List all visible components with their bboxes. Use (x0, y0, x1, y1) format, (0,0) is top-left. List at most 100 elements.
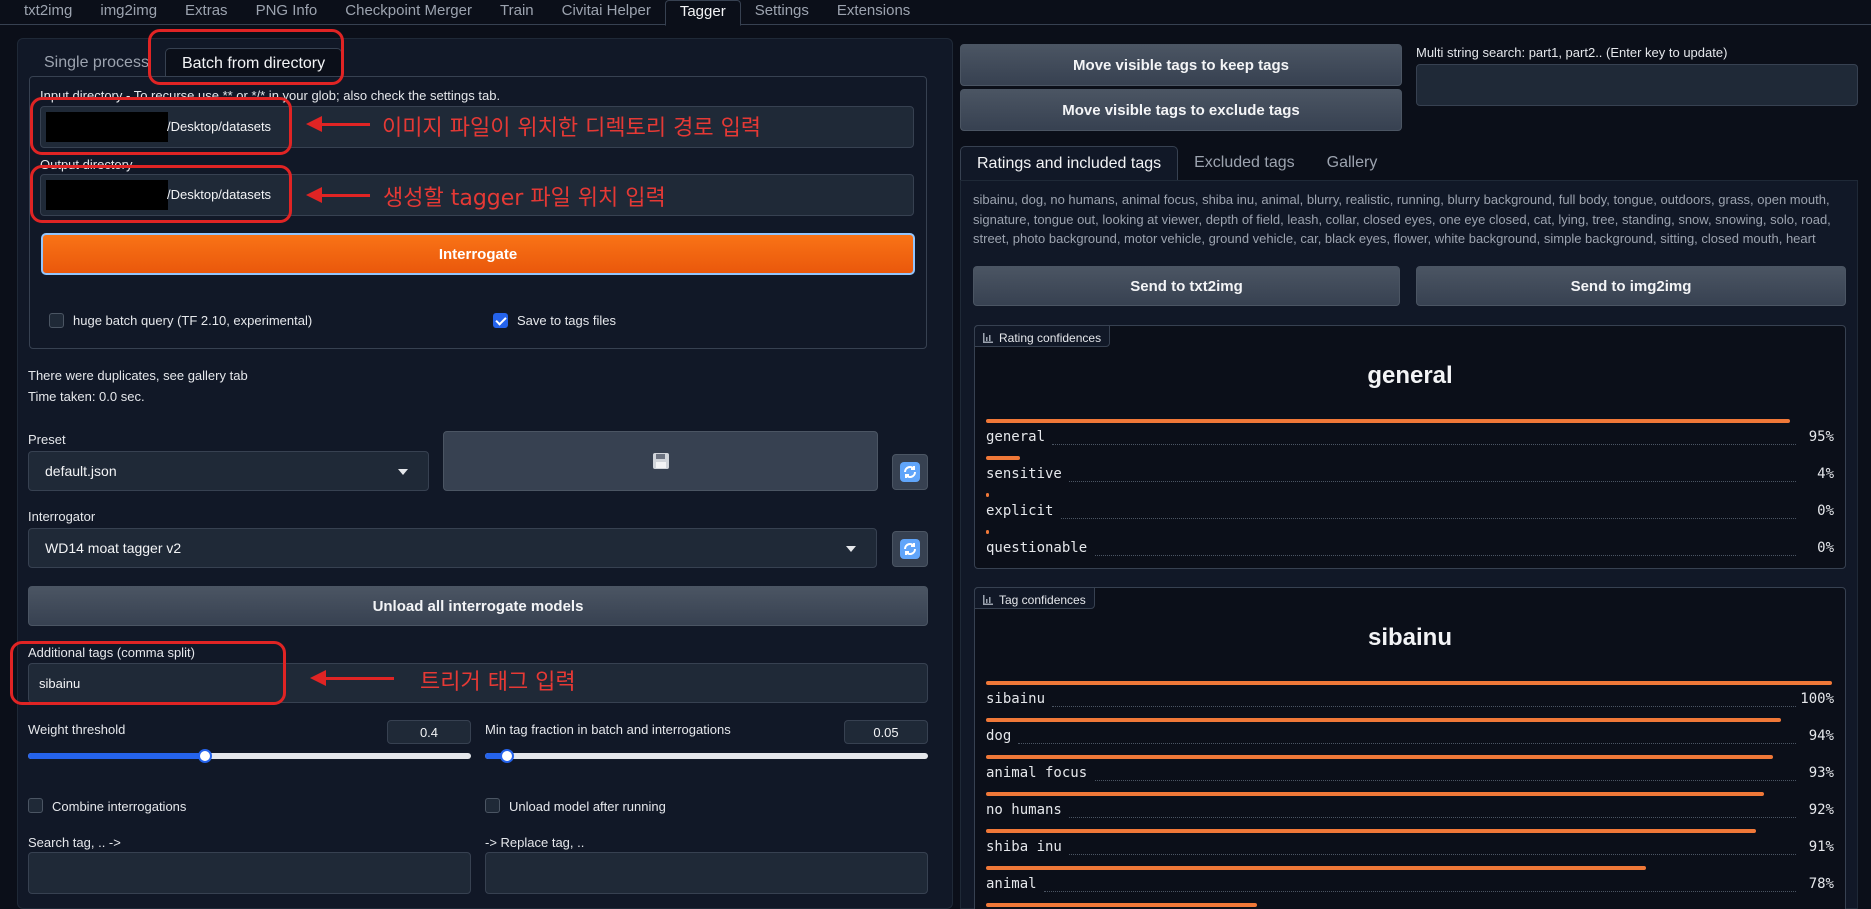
confidence-percent: 91% (1808, 839, 1834, 855)
dotted-leader (1043, 891, 1796, 892)
dotted-leader (1052, 444, 1796, 445)
top-tab-civitai-helper[interactable]: Civitai Helper (548, 0, 665, 25)
move-to-keep-button[interactable]: Move visible tags to keep tags (960, 44, 1402, 86)
confidence-percent: 94% (1808, 728, 1834, 744)
preset-value: default.json (45, 463, 117, 479)
floppy-disk-icon (652, 453, 669, 469)
confidence-bar (986, 530, 989, 534)
confidence-name: general (986, 429, 1046, 445)
preset-refresh-button[interactable] (892, 454, 928, 490)
replace-tag-label: -> Replace tag, .. (485, 835, 585, 850)
chevron-down-icon (846, 546, 856, 552)
confidence-name: questionable (986, 540, 1088, 556)
tab-excluded-tags[interactable]: Excluded tags (1178, 146, 1311, 180)
min-tag-fraction-slider[interactable] (485, 749, 928, 763)
confidence-bar (986, 718, 1781, 722)
chevron-down-icon (398, 469, 408, 475)
huge-batch-checkbox[interactable] (49, 313, 64, 328)
chart-icon (983, 332, 993, 343)
replace-tag-input[interactable] (485, 852, 928, 894)
annotation-arrow (306, 116, 370, 132)
preset-dropdown[interactable]: default.json (28, 451, 429, 491)
confidence-percent: 93% (1808, 765, 1834, 781)
interrogator-dropdown[interactable]: WD14 moat tagger v2 (28, 528, 877, 568)
weight-threshold-slider[interactable] (28, 749, 471, 763)
confidence-percent: 4% (1817, 466, 1834, 482)
dotted-leader (1095, 555, 1796, 556)
refresh-icon (900, 462, 920, 482)
top-tab-settings[interactable]: Settings (741, 0, 823, 25)
confidence-name: dog (986, 728, 1012, 744)
confidence-bar (986, 456, 1020, 460)
top-tab-txt2img[interactable]: txt2img (0, 0, 86, 25)
confidence-percent: 95% (1808, 429, 1834, 445)
top-tab-tagger[interactable]: Tagger (664, 0, 741, 26)
dotted-leader (1060, 518, 1796, 519)
multi-search-input[interactable] (1416, 64, 1858, 106)
confidence-percent: 92% (1808, 802, 1834, 818)
confidence-bar (986, 681, 1832, 685)
tab-gallery[interactable]: Gallery (1311, 146, 1394, 180)
status-time: Time taken: 0.0 sec. (28, 389, 145, 404)
interrogate-button[interactable]: Interrogate (41, 233, 915, 275)
search-tag-label: Search tag, .. -> (28, 835, 121, 850)
annotation-arrow (306, 187, 370, 203)
weight-threshold-number[interactable]: 0.4 (387, 720, 471, 744)
dotted-leader (1069, 481, 1796, 482)
multi-search-label: Multi string search: part1, part2.. (Ent… (1416, 45, 1728, 60)
unload-all-models-button[interactable]: Unload all interrogate models (28, 586, 928, 626)
confidence-name: animal focus (986, 765, 1088, 781)
annotation-highlight-input (30, 97, 292, 155)
top-tab-extensions[interactable]: Extensions (823, 0, 924, 25)
unload-after-label: Unload model after running (509, 799, 666, 814)
dotted-leader (1095, 780, 1796, 781)
confidence-percent: 0% (1817, 540, 1834, 556)
tab-ratings-included[interactable]: Ratings and included tags (960, 146, 1179, 180)
confidence-name: no humans (986, 802, 1062, 818)
annotation-highlight-batch-tab (148, 29, 344, 85)
send-to-img2img-button[interactable]: Send to img2img (1416, 266, 1846, 306)
tag-top-label: sibainu (1367, 624, 1452, 651)
confidence-bar (986, 866, 1646, 870)
confidence-bar (986, 792, 1764, 796)
confidence-bar (986, 829, 1756, 833)
annotation-output-note: 생성할 tagger 파일 위치 입력 (383, 186, 666, 211)
annotation-arrow (310, 670, 394, 686)
save-tags-label: Save to tags files (517, 313, 616, 328)
annotation-tags-note: 트리거 태그 입력 (420, 670, 576, 695)
dotted-leader (1052, 706, 1796, 707)
save-preset-button[interactable] (443, 431, 878, 491)
annotation-highlight-output (30, 165, 292, 223)
confidence-name: animal (986, 876, 1037, 892)
combine-interrogations-label: Combine interrogations (52, 799, 187, 814)
interrogator-refresh-button[interactable] (892, 531, 928, 567)
move-to-exclude-button[interactable]: Move visible tags to exclude tags (960, 89, 1402, 131)
top-tab-extras[interactable]: Extras (171, 0, 242, 25)
refresh-icon (900, 539, 920, 559)
unload-after-checkbox[interactable] (485, 798, 500, 813)
combine-interrogations-checkbox[interactable] (28, 798, 43, 813)
right-tab-bar: Ratings and included tags Excluded tags … (960, 146, 1393, 180)
preset-label: Preset (28, 432, 66, 447)
save-tags-checkbox[interactable] (493, 313, 508, 328)
top-tab-train[interactable]: Train (486, 0, 548, 25)
top-tab-img2img[interactable]: img2img (86, 0, 171, 25)
annotation-input-note: 이미지 파일이 위치한 디렉토리 경로 입력 (382, 116, 762, 141)
top-tab-checkpoint-merger[interactable]: Checkpoint Merger (331, 0, 486, 25)
confidence-percent: 78% (1808, 876, 1834, 892)
interrogator-value: WD14 moat tagger v2 (45, 540, 182, 556)
interrogator-label: Interrogator (28, 509, 96, 524)
min-tag-fraction-number[interactable]: 0.05 (844, 720, 928, 744)
tab-single-process[interactable]: Single process (28, 48, 165, 78)
search-tag-input[interactable] (28, 852, 471, 894)
confidence-name: shiba inu (986, 839, 1062, 855)
confidence-name: sibainu (986, 691, 1046, 707)
top-tab-bar: txt2img img2img Extras PNG Info Checkpoint M… (0, 0, 1871, 26)
dotted-leader (1017, 743, 1796, 744)
tag-confidences-label: Tag confidences (974, 587, 1095, 609)
send-to-txt2img-button[interactable]: Send to txt2img (973, 266, 1400, 306)
rating-confidences-label: Rating confidences (974, 325, 1111, 347)
top-tab-png-info[interactable]: PNG Info (242, 0, 332, 25)
confidence-bar (986, 755, 1773, 759)
confidence-bar (986, 903, 1257, 907)
